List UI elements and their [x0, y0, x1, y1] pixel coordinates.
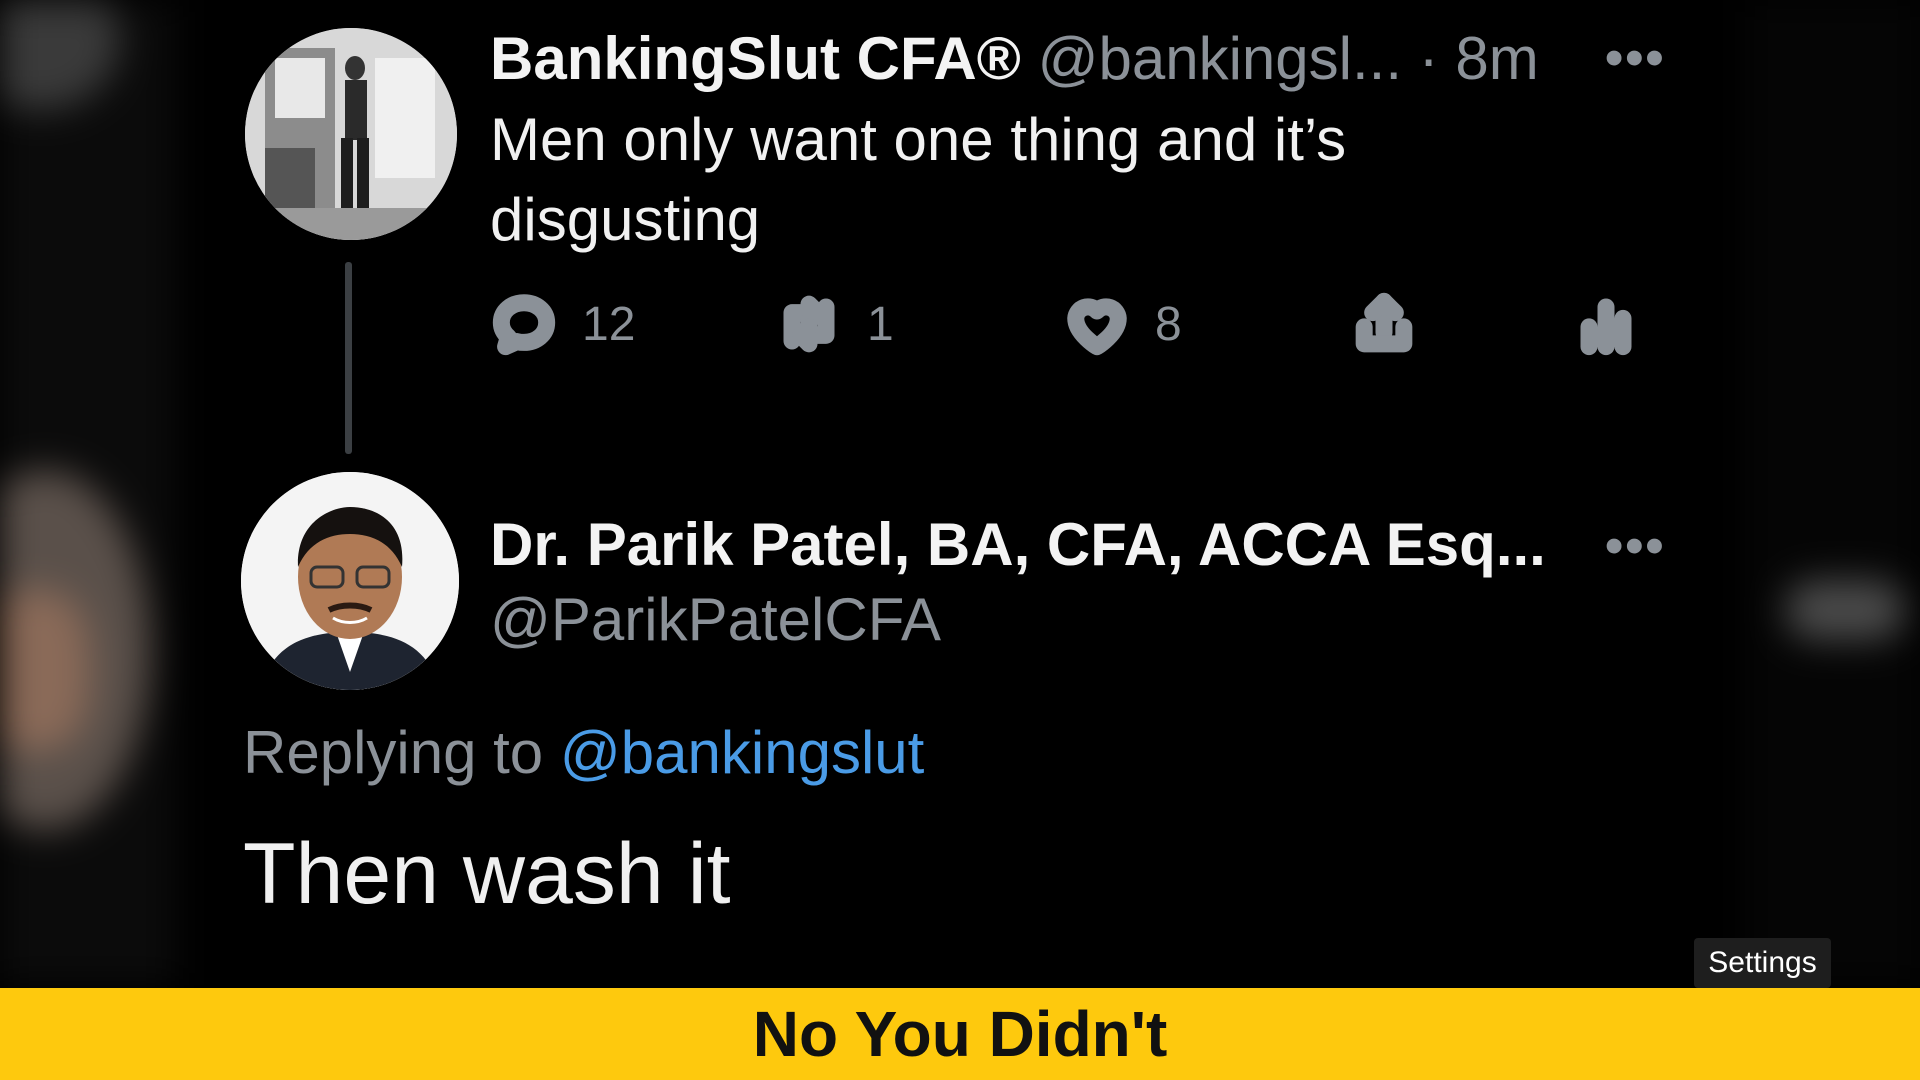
tweet2-handle[interactable]: @ParikPatelCFA: [490, 585, 941, 654]
avatar-bankingslut[interactable]: [245, 28, 457, 240]
reply-button[interactable]: 12: [490, 290, 635, 358]
thread-connector-line: [345, 262, 352, 454]
tweet1-action-bar: 12 1 8: [490, 290, 1690, 370]
reply-count: 12: [582, 297, 636, 351]
retweet-icon: [783, 295, 835, 353]
replying-to-label: Replying to: [243, 719, 544, 786]
comment-bubble-icon: [492, 294, 556, 356]
analytics-button[interactable]: [1572, 290, 1640, 358]
caption-banner: No You Didn't: [0, 988, 1920, 1080]
blurred-background-right: [1745, 0, 1920, 985]
tweet1-header: BankingSlut CFA® @bankingsl... · 8m: [490, 24, 1539, 93]
tweet1-handle[interactable]: @bankingsl...: [1038, 25, 1402, 92]
tweet1-display-name[interactable]: BankingSlut CFA®: [490, 25, 1021, 92]
replying-to-mention-link[interactable]: @bankingslut: [560, 719, 924, 786]
share-button[interactable]: [1350, 290, 1418, 358]
replying-to-line: Replying to @bankingslut: [243, 718, 924, 787]
retweet-count: 1: [867, 297, 894, 351]
tweet1-time[interactable]: 8m: [1455, 25, 1538, 92]
retweet-button[interactable]: 1: [775, 290, 894, 358]
caption-text: No You Didn't: [752, 998, 1168, 1070]
tweet2-more-options-icon[interactable]: •••: [1605, 516, 1666, 576]
analytics-bars-icon: [1580, 298, 1632, 356]
tweet1-text: Men only want one thing and it’s disgust…: [490, 100, 1346, 260]
settings-button[interactable]: Settings: [1694, 938, 1831, 988]
tweet2-text: Then wash it: [243, 826, 731, 922]
tweet1-more-options-icon[interactable]: •••: [1605, 28, 1666, 88]
heart-icon: [1067, 298, 1127, 356]
like-count: 8: [1155, 297, 1182, 351]
tweet1-separator: ·: [1418, 25, 1439, 92]
like-button[interactable]: 8: [1063, 290, 1182, 358]
blurred-background-left: [0, 0, 175, 985]
avatar-parikpatel[interactable]: [241, 472, 459, 690]
tweet1-text-line1: Men only want one thing and it’s: [490, 106, 1347, 173]
tweet2-display-name[interactable]: Dr. Parik Patel, BA, CFA, ACCA Esq...: [490, 510, 1546, 579]
share-icon: [1355, 292, 1413, 353]
tweet1-text-line2: disgusting: [490, 186, 761, 253]
